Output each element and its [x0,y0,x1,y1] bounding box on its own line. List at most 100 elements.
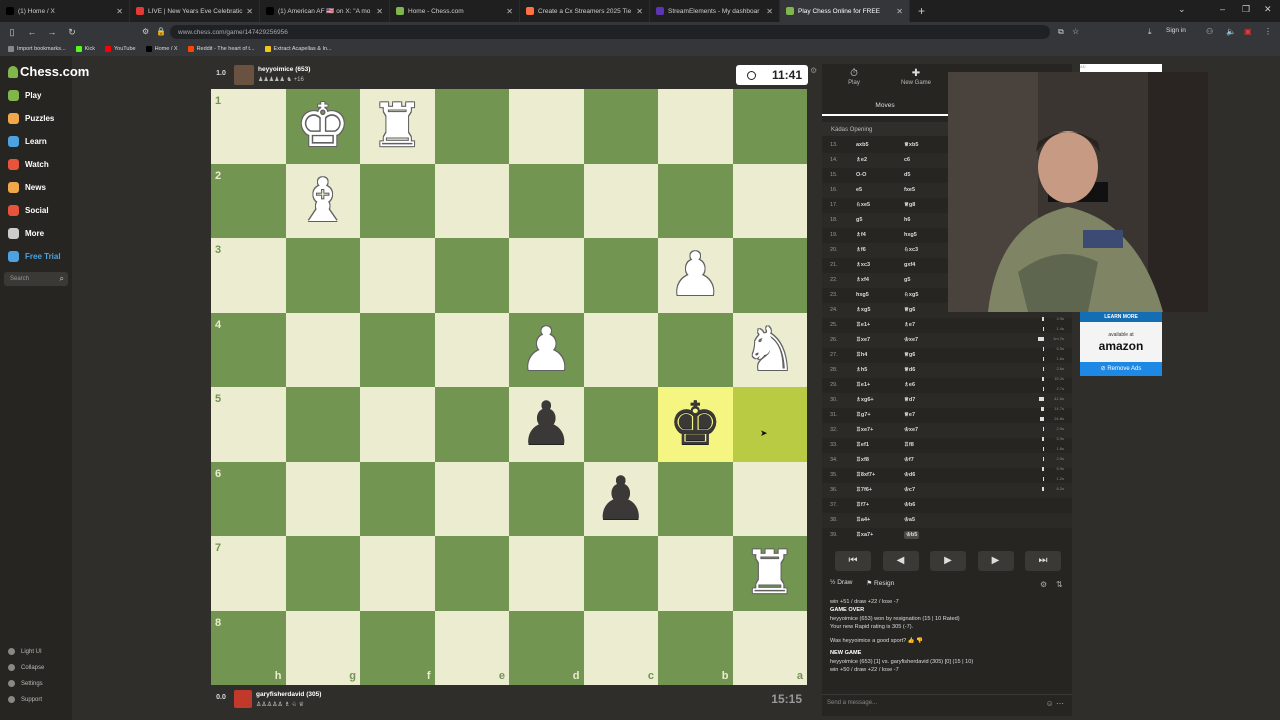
chesscom-logo[interactable]: Chess.com [8,64,89,79]
board-square[interactable] [658,312,733,387]
thumbs-up-icon[interactable]: 👍 [908,638,915,644]
top-player-username[interactable]: heyyoimice [258,66,293,73]
white-king[interactable]: ♚ [286,89,361,164]
sidebar-item-play[interactable]: Play [8,90,41,101]
white-move[interactable]: hxg5 [856,292,869,298]
sidebar-item-free-trial[interactable]: Free Trial [8,251,61,262]
white-move[interactable]: ♗e2 [856,157,867,163]
white-rook[interactable]: ♜ [360,89,435,164]
close-tab-icon[interactable]: ✕ [636,7,643,16]
board-square[interactable]: ♜ [360,89,435,164]
black-move[interactable]: c6 [904,157,910,163]
bookmark-item[interactable]: YouTube [105,46,136,52]
top-player-avatar[interactable] [234,65,254,85]
install-app-icon[interactable]: ⧉ [1058,27,1064,37]
bottom-player-avatar[interactable] [234,690,252,708]
white-move[interactable]: O-O [856,172,866,178]
sidebar-item-learn[interactable]: Learn [8,136,47,147]
black-move[interactable]: ♕g6 [904,307,915,313]
chess-board[interactable]: 1 ♚ ♜ 2 ♝ 3 ♟ 4 ♟ ♞ 5 ♟ ♚ 6 ♟ 7 ♜ 8 h g f e d c b a [211,89,807,685]
black-move[interactable]: h6 [904,217,910,223]
board-settings-icon[interactable]: ⚙ [810,66,817,75]
white-move[interactable]: e5 [856,187,862,193]
sidebar-item-social[interactable]: Social [8,205,49,216]
black-king[interactable]: ♚ [658,387,733,462]
tab-search-icon[interactable]: ⌄ [1178,4,1186,15]
board-square[interactable]: ♟ [658,238,733,313]
board-square[interactable] [285,536,360,611]
black-pawn[interactable]: ♟ [584,462,659,537]
reload-icon[interactable]: ↻ [64,27,80,38]
browser-tab[interactable]: Play Chess Online for FREE ✕ [780,0,910,22]
board-square[interactable]: d [509,610,584,685]
board-square[interactable] [583,312,658,387]
browser-tab[interactable]: (1) Home / X ✕ [0,0,130,22]
black-move[interactable]: hxg5 [904,232,917,238]
board-square[interactable]: 8h [211,610,286,685]
board-square[interactable] [583,163,658,238]
sign-in-button[interactable]: Sign in [1166,27,1186,34]
board-square[interactable]: 2 [211,163,286,238]
board-square[interactable] [732,238,807,313]
close-tab-icon[interactable]: ✕ [506,7,513,16]
white-move[interactable]: axb5 [856,142,869,148]
browser-tab[interactable]: (1) American AF 🇺🇸 on X: "A mo ✕ [260,0,390,22]
close-tab-icon[interactable]: ✕ [896,7,903,16]
extensions-icon[interactable]: ⚇ [1206,27,1213,36]
board-square[interactable]: 5 [211,387,286,462]
analysis-icon[interactable]: ⚙ [1040,580,1047,589]
board-square[interactable]: ♜ [732,536,807,611]
downloads-icon[interactable]: ⤓ [1148,27,1152,37]
new-tab-button[interactable]: + [918,4,925,18]
white-move[interactable]: g5 [856,217,862,223]
bookmark-item[interactable]: Reddit - The heart of t... [187,46,255,52]
black-move[interactable]: fxe5 [904,187,915,193]
bottom-player-username[interactable]: garyfisherdavid [256,691,304,698]
board-square[interactable] [434,238,509,313]
board-square[interactable]: f [360,610,435,685]
board-square[interactable] [285,387,360,462]
more-options-icon[interactable]: ☺ ⋯ [1046,699,1064,708]
black-move[interactable]: gxf4 [904,262,915,268]
play-button[interactable]: ▶ [930,551,966,571]
close-tab-icon[interactable]: ✕ [116,7,123,16]
board-square[interactable] [285,238,360,313]
board-square[interactable] [434,163,509,238]
board-square[interactable] [509,238,584,313]
mute-icon[interactable]: 🔈 [1226,27,1236,36]
board-square[interactable]: c [583,610,658,685]
black-move[interactable]: ♘xg5 [904,292,918,298]
board-square[interactable]: ♞ [732,312,808,388]
black-move[interactable]: ♔a5 [904,517,915,523]
board-square[interactable] [509,163,584,238]
thumbs-down-icon[interactable]: 👎 [916,638,923,644]
board-square[interactable] [509,461,584,536]
sidebar-bottom-collapse[interactable]: Collapse [8,664,44,671]
board-square[interactable] [434,536,509,611]
board-square[interactable] [732,163,807,238]
board-square[interactable]: ♚ [285,89,361,164]
white-move[interactable]: ♗xg5 [856,307,870,313]
white-knight[interactable]: ♞ [733,313,808,388]
bookmark-item[interactable]: Extract Acapellas & In... [264,46,332,52]
tab-new-game[interactable]: ✚ New Game [891,68,941,86]
board-square[interactable] [360,163,435,238]
black-move[interactable]: ♘xc3 [904,247,918,253]
bookmark-star-icon[interactable]: ☆ [1072,27,1079,36]
white-move[interactable]: ♖f7+ [856,502,869,508]
black-move[interactable]: ♔b5 [904,531,920,539]
tab-moves[interactable]: Moves [822,98,948,116]
sidebar-item-news[interactable]: News [8,182,46,193]
flip-board-icon[interactable]: ⇅ [1056,580,1063,589]
board-square[interactable] [583,387,658,462]
board-square[interactable] [360,312,435,387]
board-square[interactable] [360,238,435,313]
board-square[interactable] [285,312,360,387]
sidebar-search-input[interactable]: Search ⌕ [4,272,68,286]
board-square[interactable] [509,536,584,611]
white-move[interactable]: ♖xa7+ [856,532,873,538]
last-move-button[interactable]: ⏭ [1025,551,1061,571]
sidebar-bottom-support[interactable]: Support [8,696,42,703]
white-move[interactable]: ♗f4 [856,232,866,238]
browser-tab[interactable]: StreamElements - My dashboar ✕ [650,0,780,22]
